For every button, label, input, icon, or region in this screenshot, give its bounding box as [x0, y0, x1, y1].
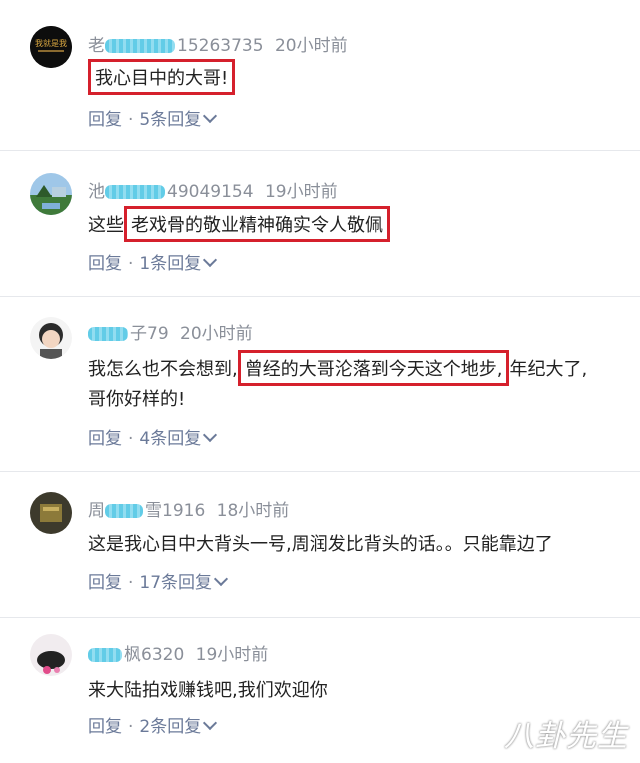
comment-time: 18小时前 — [216, 501, 290, 521]
view-replies-button[interactable]: 17条回复 — [139, 573, 212, 593]
reply-button[interactable]: 回复 — [88, 110, 122, 130]
comment-actions: 回复 · 4条回复 — [88, 424, 218, 449]
comment-time: 20小时前 — [180, 324, 253, 344]
comment-text: 来大陆拍戏赚钱吧,我们欢迎你 — [88, 680, 328, 701]
username-redaction — [105, 504, 143, 518]
reply-button[interactable]: 回复 — [88, 254, 122, 274]
comment-text: 这些 老戏骨的敬业精神确实令人敬佩 — [88, 206, 390, 242]
avatar[interactable] — [30, 173, 72, 215]
username-suffix[interactable]: 子79 — [130, 324, 169, 344]
comment-actions: 回复 · 2条回复 — [88, 712, 218, 737]
comment-text: 我心目中的大哥! — [88, 59, 236, 95]
reply-button[interactable]: 回复 — [88, 573, 122, 593]
comment-time: 19小时前 — [264, 182, 338, 202]
comment-actions: 回复 · 5条回复 — [88, 105, 218, 130]
comment-meta: 枫6320 19小时前 — [88, 640, 268, 665]
view-replies-button[interactable]: 1条回复 — [139, 254, 201, 274]
comment-item: 池 49049154 19小时前 这些 老戏骨的敬业精神确实令人敬佩 回复 · 1条回复 — [0, 151, 640, 296]
chevron-down-icon[interactable] — [213, 571, 229, 587]
username-suffix[interactable]: 49049154 — [167, 182, 254, 202]
chevron-down-icon[interactable] — [203, 427, 218, 443]
avatar[interactable]: 我就是我 — [30, 26, 72, 68]
highlighted-text: 我心目中的大哥! — [88, 59, 236, 95]
view-replies-button[interactable]: 5条回复 — [139, 110, 201, 130]
avatar-photo-icon — [30, 634, 72, 676]
reply-button[interactable]: 回复 — [88, 429, 122, 449]
comment-time: 19小时前 — [195, 645, 269, 665]
username[interactable]: 池 — [88, 182, 105, 202]
view-replies-button[interactable]: 4条回复 — [139, 429, 201, 449]
chevron-down-icon[interactable] — [203, 252, 218, 268]
username-suffix[interactable]: 雪1916 — [145, 501, 205, 521]
username[interactable]: 周 — [88, 501, 105, 521]
username[interactable]: 老 — [88, 36, 105, 56]
comment-text: 我怎么也不会想到, 曾经的大哥沦落到今天这个地步, 年纪大了, — [88, 350, 588, 386]
avatar-object-icon — [30, 492, 72, 534]
comment-text-start: 我怎么也不会想到, — [88, 359, 238, 380]
chevron-down-icon[interactable] — [203, 108, 218, 124]
username-redaction — [88, 648, 122, 662]
avatar[interactable] — [30, 492, 72, 534]
comment-item: 周 雪1916 18小时前 这是我心目中大背头一号,周润发比背头的话。。只能靠边了… — [0, 472, 640, 617]
highlighted-text: 曾经的大哥沦落到今天这个地步, — [237, 350, 510, 386]
comment-text-start: 这些 — [88, 215, 124, 236]
view-replies-button[interactable]: 2条回复 — [139, 717, 201, 737]
avatar-logo-icon: 我就是我 — [30, 26, 72, 68]
username-suffix[interactable]: 15263735 — [177, 36, 264, 56]
highlighted-text: 老戏骨的敬业精神确实令人敬佩 — [124, 206, 390, 242]
username-suffix[interactable]: 枫6320 — [124, 645, 184, 665]
username-redaction — [105, 39, 175, 53]
reply-button[interactable]: 回复 — [88, 717, 122, 737]
comment-meta: 周 雪1916 18小时前 — [88, 496, 289, 521]
username-redaction — [105, 185, 165, 199]
avatar[interactable] — [30, 634, 72, 676]
comment-meta: 池 49049154 19小时前 — [88, 177, 338, 202]
avatar-logo-text: 我就是我 — [35, 38, 67, 48]
comment-actions: 回复 · 1条回复 — [88, 249, 218, 274]
comment-time: 20小时前 — [274, 36, 348, 56]
avatar[interactable] — [30, 317, 72, 359]
avatar-child-icon — [30, 317, 72, 359]
chevron-down-icon[interactable] — [203, 715, 218, 731]
comment-meta: 老 15263735 20小时前 — [88, 31, 348, 56]
comment-meta: 子79 20小时前 — [88, 319, 253, 344]
comment-text: 这是我心目中大背头一号,周润发比背头的话。。只能靠边了 — [88, 534, 553, 555]
watermark: 八卦先生 — [504, 719, 628, 754]
comment-actions: 回复 · 17条回复 — [88, 568, 229, 593]
comment-text-end: 年纪大了, — [509, 359, 588, 380]
avatar-landscape-icon — [30, 173, 72, 215]
comment-item: 我就是我 老 15263735 20小时前 我心目中的大哥! 回复 · 5条回复 — [0, 0, 640, 150]
username-redaction — [88, 327, 128, 341]
comment-text-line2: 哥你好样的! — [88, 389, 186, 410]
comment-item: 子79 20小时前 我怎么也不会想到, 曾经的大哥沦落到今天这个地步, 年纪大了, … — [0, 297, 640, 471]
